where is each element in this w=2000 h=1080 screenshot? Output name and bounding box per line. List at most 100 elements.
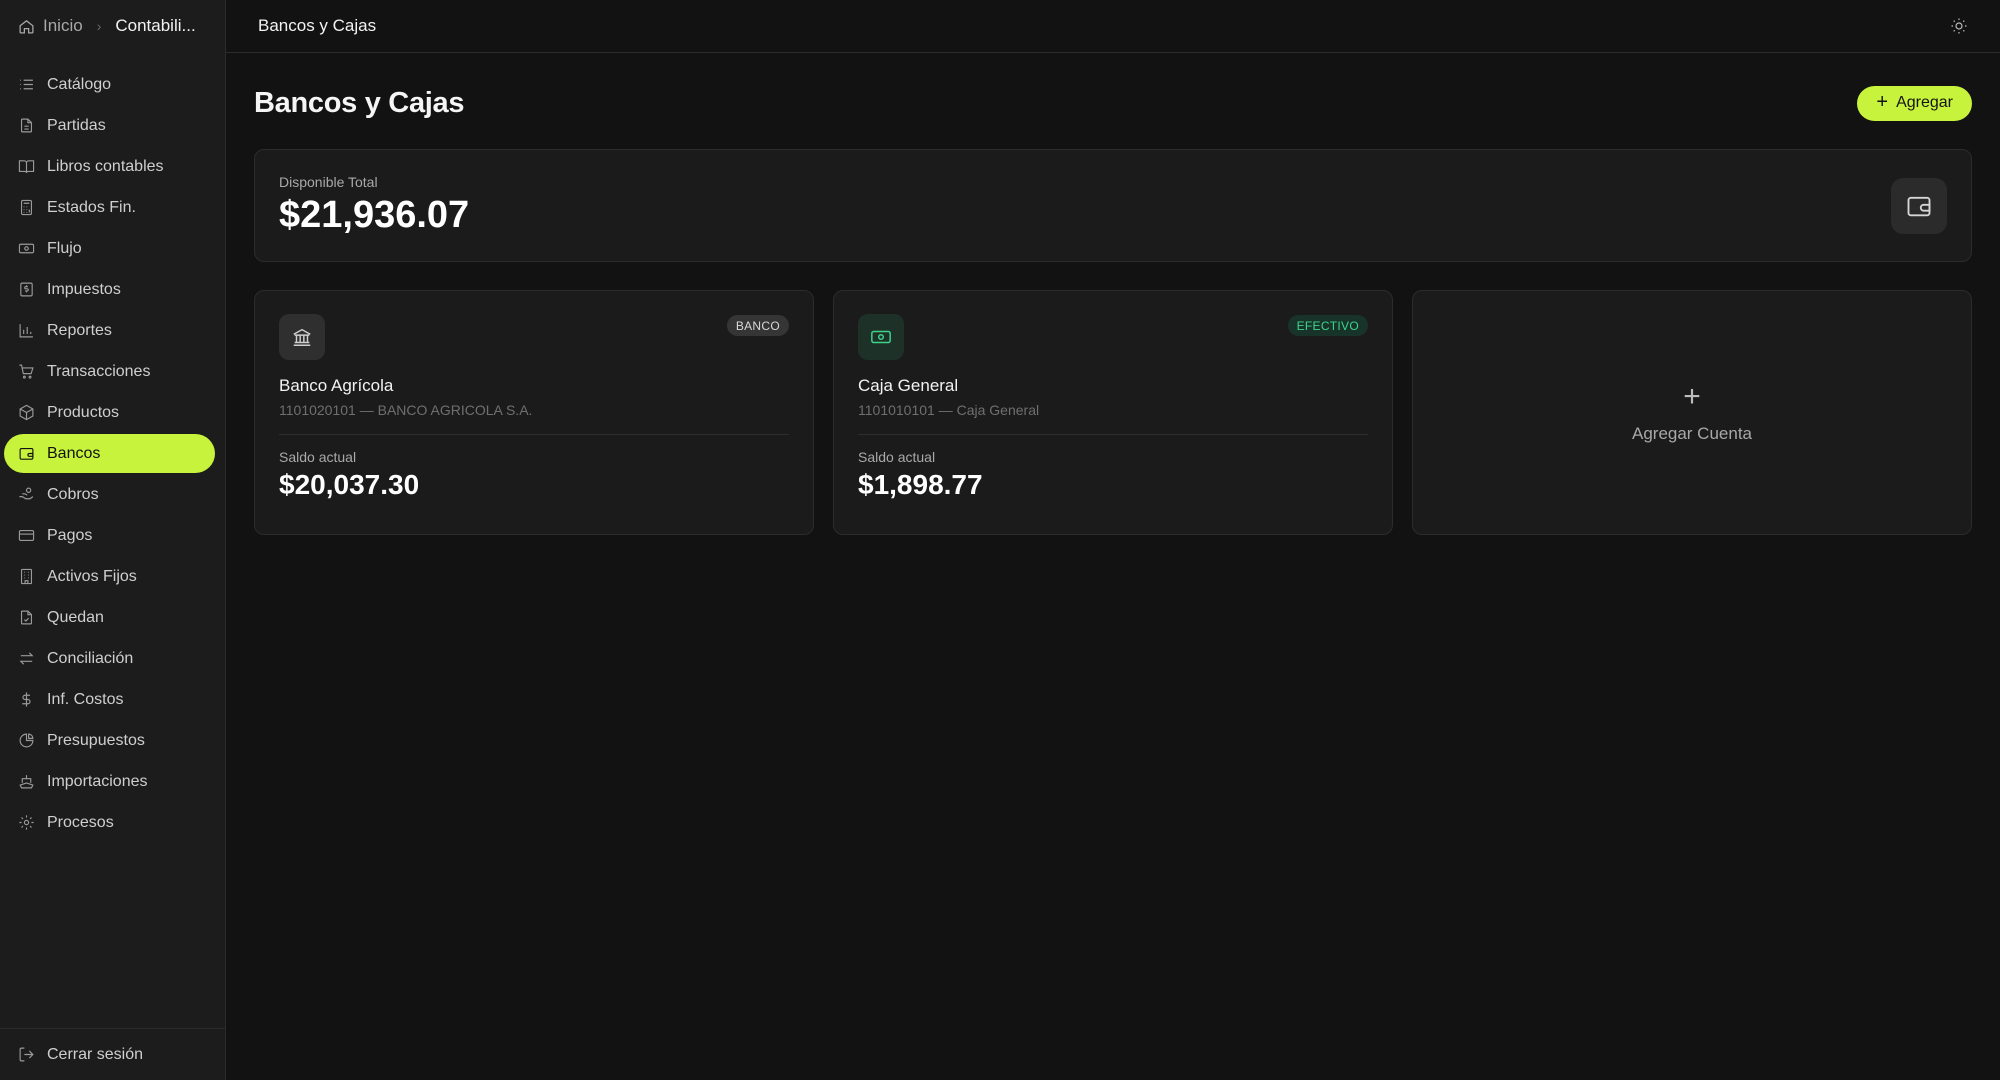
sidebar-item-reportes[interactable]: Reportes — [4, 311, 215, 350]
sun-icon[interactable] — [1950, 17, 1968, 35]
sidebar-item-label: Inf. Costos — [47, 690, 124, 708]
cash-icon-box — [858, 314, 904, 360]
account-card-cash[interactable]: EFECTIVO Caja General 1101010101 — Caja … — [833, 290, 1393, 535]
sidebar-item-label: Importaciones — [47, 772, 148, 790]
sidebar-item-procesos[interactable]: Procesos — [4, 803, 215, 842]
sidebar: Inicio › Contabili... Catálogo Partidas … — [0, 0, 226, 1080]
sidebar-item-label: Libros contables — [47, 157, 164, 175]
sidebar-item-libros[interactable]: Libros contables — [4, 147, 215, 186]
sidebar-item-quedan[interactable]: Quedan — [4, 598, 215, 637]
account-cards: BANCO Banco Agrícola 1101020101 — BANCO … — [254, 290, 1972, 535]
sidebar-item-bancos[interactable]: Bancos — [4, 434, 215, 473]
ship-icon — [19, 775, 34, 789]
wallet-icon-box — [1891, 177, 1947, 234]
sidebar-item-pagos[interactable]: Pagos — [4, 516, 215, 555]
sidebar-item-label: Catálogo — [47, 75, 112, 93]
divider — [858, 434, 1368, 435]
topbar-title: Bancos y Cajas — [258, 16, 377, 35]
sidebar-item-costos[interactable]: Inf. Costos — [4, 680, 215, 719]
calculator-icon — [20, 199, 33, 216]
total-label: Disponible Total — [279, 174, 378, 190]
sidebar-item-label: Activos Fijos — [47, 567, 137, 585]
account-card-bank[interactable]: BANCO Banco Agrícola 1101020101 — BANCO … — [254, 290, 814, 535]
sidebar-item-partidas[interactable]: Partidas — [4, 106, 215, 145]
pie-chart-icon — [19, 733, 34, 748]
logout-label: Cerrar sesión — [47, 1045, 144, 1063]
sidebar-item-label: Reportes — [47, 321, 112, 339]
balance-value: $20,037.30 — [279, 469, 420, 500]
sidebar-item-label: Productos — [47, 403, 120, 421]
cart-icon — [19, 364, 34, 379]
sidebar-item-productos[interactable]: Productos — [4, 393, 215, 432]
divider — [279, 434, 789, 435]
page-header: Bancos y Cajas + Agregar — [254, 83, 1972, 123]
cash-icon — [871, 330, 891, 344]
add-account-card[interactable]: + Agregar Cuenta — [1412, 290, 1972, 535]
sidebar-item-label: Cobros — [47, 485, 99, 503]
cog-icon — [19, 815, 34, 830]
balance-label: Saldo actual — [858, 449, 936, 465]
balance-label: Saldo actual — [279, 449, 357, 465]
sidebar-item-conciliacion[interactable]: Conciliación — [4, 639, 215, 678]
receipt-icon — [20, 282, 33, 297]
breadcrumb-home[interactable]: Inicio — [43, 16, 83, 36]
account-code: 1101010101 — Caja General — [858, 402, 1040, 418]
add-button[interactable]: + Agregar — [1857, 85, 1972, 121]
sidebar-item-label: Procesos — [47, 813, 114, 831]
wallet-icon — [1907, 196, 1931, 216]
breadcrumb-current[interactable]: Contabili... — [115, 16, 195, 36]
account-name: Banco Agrícola — [279, 376, 394, 395]
breadcrumb: Inicio › Contabili... — [0, 0, 225, 52]
sidebar-item-label: Impuestos — [47, 280, 121, 298]
sidebar-nav: Catálogo Partidas Libros contables Estad… — [0, 52, 225, 844]
building-icon — [20, 568, 33, 585]
total-available-card: Disponible Total $21,936.07 — [254, 149, 1972, 262]
sidebar-item-label: Estados Fin. — [47, 198, 136, 216]
file-check-icon — [20, 610, 33, 625]
list-icon — [20, 79, 33, 90]
book-icon — [18, 160, 35, 173]
sidebar-item-impuestos[interactable]: Impuestos — [4, 270, 215, 309]
chevron-right-icon: › — [96, 18, 102, 34]
sidebar-item-estados[interactable]: Estados Fin. — [4, 188, 215, 227]
bank-icon — [293, 328, 311, 346]
balance-value: $1,898.77 — [858, 469, 983, 500]
sidebar-item-catalogo[interactable]: Catálogo — [4, 65, 215, 104]
add-button-label: Agregar — [1896, 94, 1953, 111]
plus-icon: + — [1876, 91, 1889, 113]
sidebar-item-cobros[interactable]: Cobros — [4, 475, 215, 514]
account-name: Caja General — [858, 376, 959, 395]
arrows-icon — [19, 652, 34, 665]
account-code: 1101020101 — BANCO AGRICOLA S.A. — [279, 402, 533, 418]
page-content: Bancos y Cajas + Agregar Disponible Tota… — [226, 53, 2000, 535]
plus-icon: + — [1683, 379, 1701, 413]
money-icon — [18, 243, 35, 254]
main-area: Bancos y Cajas Bancos y Cajas + Agregar … — [226, 0, 2000, 1080]
credit-card-icon — [18, 529, 35, 542]
sidebar-item-importaciones[interactable]: Importaciones — [4, 762, 215, 801]
hand-coins-icon — [19, 487, 34, 500]
account-type-badge: EFECTIVO — [1287, 315, 1368, 336]
add-account-label: Agregar Cuenta — [1631, 423, 1753, 443]
sidebar-item-activos[interactable]: Activos Fijos — [4, 557, 215, 596]
sidebar-item-transacciones[interactable]: Transacciones — [4, 352, 215, 391]
logout-button[interactable]: Cerrar sesión — [0, 1028, 225, 1080]
sidebar-item-flujo[interactable]: Flujo — [4, 229, 215, 268]
document-icon — [20, 118, 33, 133]
wallet-icon — [19, 447, 34, 460]
sidebar-item-label: Conciliación — [47, 649, 134, 667]
sidebar-item-label: Presupuestos — [47, 731, 145, 749]
account-type-badge: BANCO — [726, 315, 789, 336]
topbar: Bancos y Cajas — [226, 0, 2000, 53]
bar-chart-icon — [19, 324, 33, 338]
bank-icon-box — [279, 314, 325, 360]
total-value: $21,936.07 — [279, 194, 470, 236]
dollar-icon — [22, 692, 31, 707]
home-icon[interactable] — [18, 18, 35, 35]
page-title: Bancos y Cajas — [254, 86, 465, 119]
sidebar-item-label: Partidas — [47, 116, 106, 134]
sidebar-item-presupuestos[interactable]: Presupuestos — [4, 721, 215, 760]
sidebar-item-label: Transacciones — [47, 362, 151, 380]
sidebar-item-label: Pagos — [47, 526, 93, 544]
sidebar-item-label: Flujo — [47, 239, 82, 257]
